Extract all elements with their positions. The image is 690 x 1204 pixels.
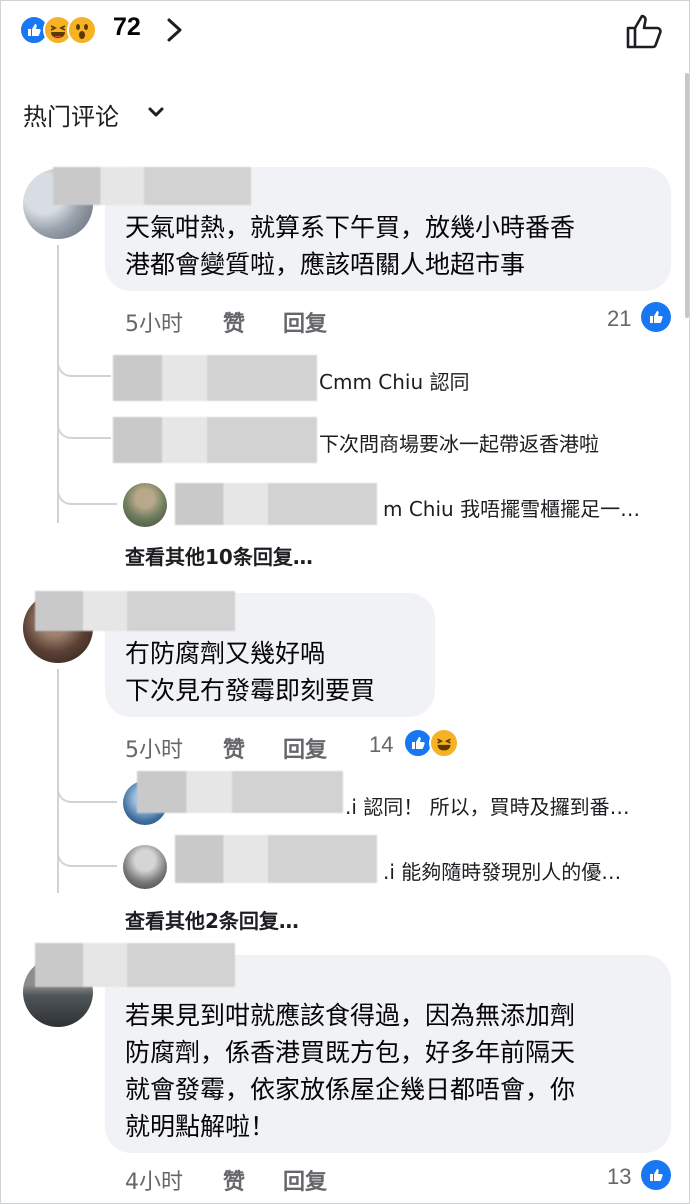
comment-time[interactable]: 5小时 [125, 732, 183, 764]
reply-avatar[interactable] [123, 845, 167, 889]
reply-text: Cmm Chiu 認同 [319, 370, 470, 394]
thread-branch [57, 485, 117, 505]
thread-line [57, 245, 59, 523]
author-name-redacted[interactable] [53, 167, 251, 205]
sort-dropdown-label[interactable]: 热门评论 [23, 97, 119, 132]
comment-text: 若果見到咁就應該食得過，因為無添加劑 防腐劑，係香港買既方包，好多年前隔天 就會… [125, 1001, 576, 1141]
author-name-redacted[interactable] [35, 591, 235, 631]
thread-branch [57, 357, 111, 377]
reply-text: .i 認同！ 所以，買時及攞到番… [345, 795, 630, 819]
comment-time[interactable]: 4小时 [125, 1164, 183, 1196]
reply-text: m Chiu 我唔擺雪櫃擺足一… [383, 497, 641, 521]
comment-text: 天氣咁熱，就算系下午買，放幾小時番香 港都會變質啦，應該唔關人地超市事 [125, 213, 576, 279]
reply-avatar[interactable] [123, 483, 167, 527]
comment-time[interactable]: 5小时 [125, 306, 183, 338]
view-more-replies-link[interactable]: 查看其他2条回复… [125, 905, 299, 934]
wow-icon [67, 15, 97, 45]
like-icon [641, 302, 671, 332]
like-icon [641, 1160, 671, 1190]
reply-text: 下次問商場要冰一起帶返香港啦 [319, 432, 599, 456]
like-button[interactable]: 赞 [223, 306, 245, 338]
like-button[interactable]: 赞 [223, 732, 245, 764]
thread-branch [57, 419, 111, 439]
comment-reaction-count[interactable]: 13 [607, 1164, 631, 1190]
comment-reaction-count[interactable]: 21 [607, 306, 631, 332]
reaction-icons [19, 15, 109, 45]
reaction-count[interactable]: 72 [113, 13, 141, 42]
reply-author-redacted[interactable] [175, 835, 377, 883]
reply-author-redacted[interactable] [137, 771, 343, 813]
chevron-right-icon[interactable] [161, 15, 187, 45]
reply-author-redacted[interactable] [113, 417, 317, 463]
comment-text: 冇防腐劑又幾好喎 下次見冇發霉即刻要買 [125, 639, 376, 705]
thread-branch [57, 847, 117, 867]
reply-button[interactable]: 回复 [283, 732, 327, 764]
reply-author-redacted[interactable] [175, 483, 377, 525]
reply-button[interactable]: 回复 [283, 306, 327, 338]
thread-branch [57, 783, 117, 803]
like-button[interactable]: 赞 [223, 1164, 245, 1196]
reply-text: .i 能夠隨時發現別人的優… [383, 860, 622, 884]
chevron-down-icon[interactable] [146, 102, 166, 122]
reply-button[interactable]: 回复 [283, 1164, 327, 1196]
comment-reaction-count[interactable]: 14 [369, 732, 393, 758]
like-outline-icon[interactable] [623, 11, 667, 51]
reply-author-redacted[interactable] [113, 355, 317, 401]
haha-icon [429, 728, 459, 758]
scrollbar[interactable] [685, 73, 689, 318]
view-more-replies-link[interactable]: 查看其他10条回复… [125, 541, 313, 570]
author-name-redacted[interactable] [35, 943, 235, 987]
reactions-bar[interactable]: 72 [1, 1, 690, 61]
